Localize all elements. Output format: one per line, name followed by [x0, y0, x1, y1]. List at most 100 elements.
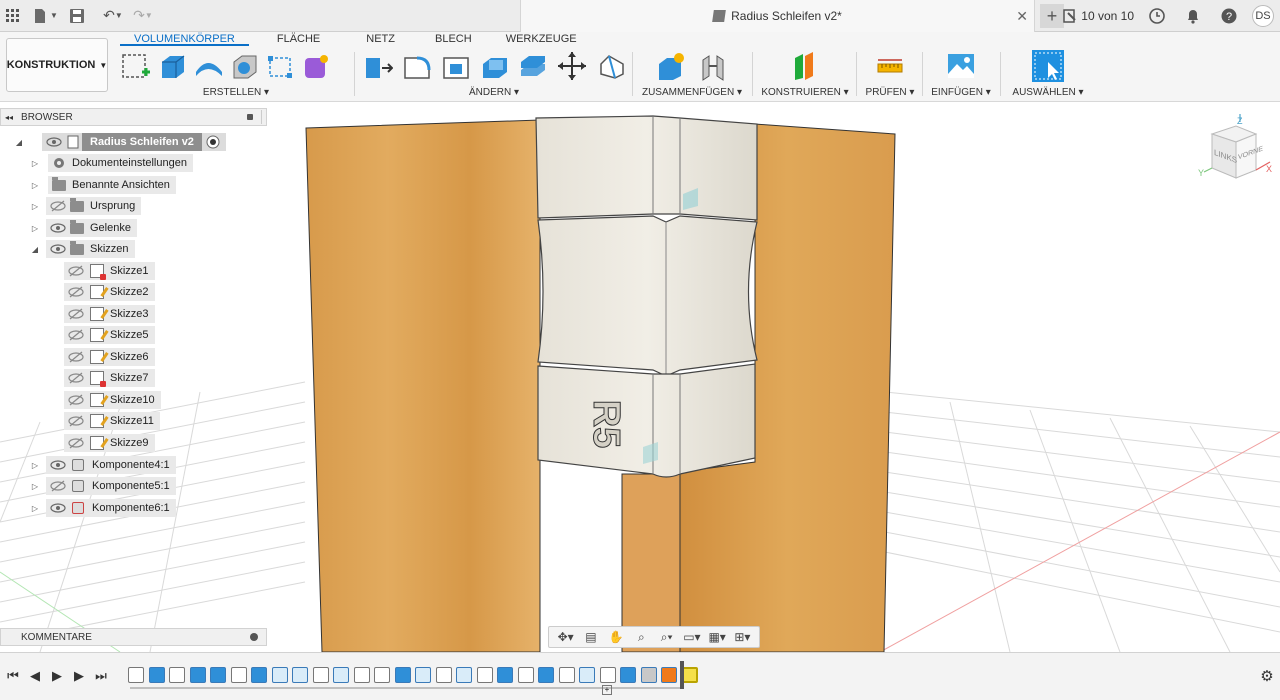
close-icon[interactable]: ✕ [1016, 8, 1028, 25]
new-tab-icon[interactable]: + [1040, 4, 1064, 28]
eye-hidden-icon[interactable] [68, 329, 84, 341]
viewcube[interactable]: LINKS VORNE Z X Y [1196, 112, 1276, 192]
tree-item-component[interactable]: ▷ Komponente4:1 [30, 455, 176, 475]
document-tab[interactable]: Radius Schleifen v2* ✕ [520, 0, 1035, 32]
timeline-feature-pattern-icon[interactable] [620, 667, 636, 683]
tree-item-component[interactable]: ▷ Komponente5:1 [30, 476, 176, 496]
viewports-icon[interactable]: ⊞▾ [734, 630, 750, 644]
move-icon[interactable] [556, 50, 587, 82]
collapse-icon[interactable]: ◢ [30, 245, 40, 254]
expand-icon[interactable]: ▷ [30, 461, 40, 470]
group-label-zusammenfuegen[interactable]: ZUSAMMENFÜGEN ▾ [640, 87, 744, 98]
jig-middle-radius[interactable] [537, 215, 758, 377]
eye-icon[interactable] [46, 136, 62, 148]
timeline-feature-body-icon[interactable] [189, 667, 206, 683]
display-settings-icon[interactable]: ▭▾ [683, 630, 700, 644]
timeline-feature-body-icon[interactable] [394, 667, 411, 683]
joint-icon[interactable] [697, 50, 729, 82]
tree-item-sketch[interactable]: Skizze6 [64, 347, 155, 367]
eye-icon[interactable] [50, 243, 66, 255]
tree-item-skizzen[interactable]: ◢ Skizzen [30, 239, 135, 259]
workspace-switcher[interactable]: KONSTRUKTION ▼ [6, 38, 108, 92]
group-label-pruefen[interactable]: PRÜFEN ▾ [862, 87, 918, 98]
tree-item-sketch[interactable]: Skizze7 [64, 368, 155, 388]
timeline-feature-sketch-icon[interactable] [128, 667, 144, 683]
press-pull-icon[interactable] [362, 50, 393, 82]
panel-pin-icon[interactable] [247, 114, 253, 120]
timeline-feature-sketch-icon[interactable] [599, 667, 616, 683]
apps-grid-icon[interactable] [0, 3, 26, 29]
measure-icon[interactable] [874, 50, 906, 82]
timeline-feature-body-icon[interactable] [538, 667, 554, 683]
zoom-icon[interactable]: ⌕ [633, 630, 649, 644]
eye-hidden-icon[interactable] [68, 394, 84, 406]
orbit-icon[interactable]: ✥▾ [558, 630, 574, 644]
tree-item-ursprung[interactable]: ▷ Ursprung [30, 196, 142, 216]
timeline-feature-sketch-icon[interactable] [558, 667, 575, 683]
go-to-start-icon[interactable]: ⏮ [4, 667, 22, 685]
chamfer-icon[interactable] [440, 50, 471, 82]
collapse-icon[interactable]: ◂◂ [5, 113, 13, 122]
expand-icon[interactable]: ▷ [30, 159, 40, 168]
tree-item-component[interactable]: ▷ Komponente6:1 [30, 498, 176, 518]
tree-item-sketch[interactable]: Skizze3 [64, 304, 155, 324]
tree-item-sketch[interactable]: Skizze9 [64, 433, 155, 453]
step-forward-icon[interactable]: ▶ [70, 667, 88, 685]
new-component-icon[interactable] [655, 50, 687, 82]
extrude-icon[interactable] [156, 50, 188, 82]
play-icon[interactable]: ▶ [48, 667, 66, 685]
add-comment-icon[interactable] [250, 633, 258, 641]
group-label-aendern[interactable]: ÄNDERN ▾ [362, 87, 626, 98]
tree-item-benannte-ansichten[interactable]: ▷ Benannte Ansichten [30, 175, 176, 195]
timeline-feature-fillet-icon[interactable] [415, 667, 431, 683]
timeline-feature-body-icon[interactable] [497, 667, 513, 683]
comments-panel-header[interactable]: KOMMENTARE [0, 628, 267, 646]
expand-icon[interactable]: ▷ [30, 482, 40, 491]
tab-volumenkoerper[interactable]: VOLUMENKÖRPER [120, 32, 249, 46]
eye-icon[interactable] [50, 459, 66, 471]
expand-icon[interactable]: ◢ [14, 138, 24, 147]
timeline-expand-icon[interactable]: + [602, 685, 612, 695]
look-at-icon[interactable]: ▤ [583, 630, 599, 644]
fillet-icon[interactable] [401, 50, 432, 82]
tree-item-gelenke[interactable]: ▷ Gelenke [30, 218, 137, 238]
scale-icon[interactable] [517, 50, 548, 82]
wood-board-left[interactable] [305, 119, 541, 652]
eye-hidden-icon[interactable] [68, 308, 84, 320]
avatar[interactable]: DS [1252, 5, 1274, 27]
group-label-auswaehlen[interactable]: AUSWÄHLEN ▾ [1006, 87, 1090, 98]
tree-item-sketch[interactable]: Skizze2 [64, 282, 155, 302]
tab-netz[interactable]: NETZ [352, 32, 409, 46]
tree-item-sketch[interactable]: Skizze1 [64, 261, 155, 281]
eye-hidden-icon[interactable] [68, 372, 84, 384]
job-status[interactable]: 10 von 10 [1063, 9, 1134, 23]
expand-icon[interactable]: ▷ [30, 202, 40, 211]
insert-image-icon[interactable] [945, 50, 977, 82]
timeline-feature-fillet-icon[interactable] [271, 667, 288, 683]
split-face-icon[interactable] [595, 50, 626, 82]
select-icon[interactable] [1032, 50, 1064, 82]
timeline-feature-sketch-icon[interactable] [230, 667, 247, 683]
timeline-feature-sketch-icon[interactable] [476, 667, 493, 683]
eye-hidden-icon[interactable] [50, 200, 66, 212]
timeline-feature-sketch-icon[interactable] [517, 667, 534, 683]
activate-icon[interactable] [206, 135, 220, 149]
group-label-erstellen[interactable]: ERSTELLEN ▾ [120, 87, 352, 98]
shell-icon[interactable] [228, 50, 260, 82]
tree-root[interactable]: ◢ Radius Schleifen v2 [14, 132, 226, 152]
timeline-feature-sketch-icon[interactable] [435, 667, 452, 683]
timeline-marker[interactable] [680, 661, 684, 689]
shell-body-icon[interactable] [479, 50, 510, 82]
tree-item-dokumenteinstellungen[interactable]: ▷ Dokumenteinstellungen [30, 153, 193, 173]
eye-hidden-icon[interactable] [68, 415, 84, 427]
eye-icon[interactable] [50, 222, 66, 234]
step-back-icon[interactable]: ◀ [26, 667, 44, 685]
tree-item-sketch[interactable]: Skizze10 [64, 390, 161, 410]
point-icon[interactable] [264, 50, 296, 82]
tree-item-sketch[interactable]: Skizze11 [64, 411, 160, 431]
timeline-settings-icon[interactable]: ⚙ [1258, 667, 1276, 685]
pan-icon[interactable]: ✋ [608, 630, 624, 644]
file-icon[interactable]: ▼ [32, 3, 58, 29]
save-icon[interactable] [64, 3, 90, 29]
fit-icon[interactable]: ⌕▾ [659, 630, 675, 644]
